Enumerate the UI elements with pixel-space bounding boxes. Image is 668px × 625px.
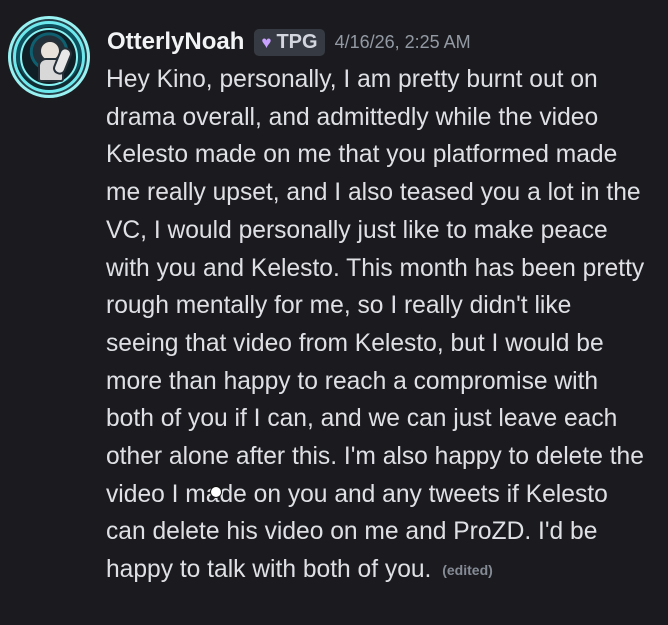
message-text: Hey Kino, personally, I am pretty burnt … [106, 66, 645, 584]
server-tag-label: TPG [276, 30, 318, 53]
mouse-cursor-icon [211, 487, 221, 497]
message-header: OtterlyNoah ♥ TPG 4/16/26, 2:25 AM [107, 27, 471, 57]
purple-heart-icon: ♥ [261, 32, 272, 52]
edited-label: (edited) [442, 562, 493, 579]
server-tag[interactable]: ♥ TPG [254, 28, 325, 56]
message-body: Hey Kino, personally, I am pretty burnt … [106, 61, 650, 590]
avatar[interactable] [8, 16, 90, 98]
chat-message: OtterlyNoah ♥ TPG 4/16/26, 2:25 AM Hey K… [0, 0, 668, 625]
username[interactable]: OtterlyNoah [107, 28, 244, 56]
message-timestamp[interactable]: 4/16/26, 2:25 AM [335, 32, 471, 53]
